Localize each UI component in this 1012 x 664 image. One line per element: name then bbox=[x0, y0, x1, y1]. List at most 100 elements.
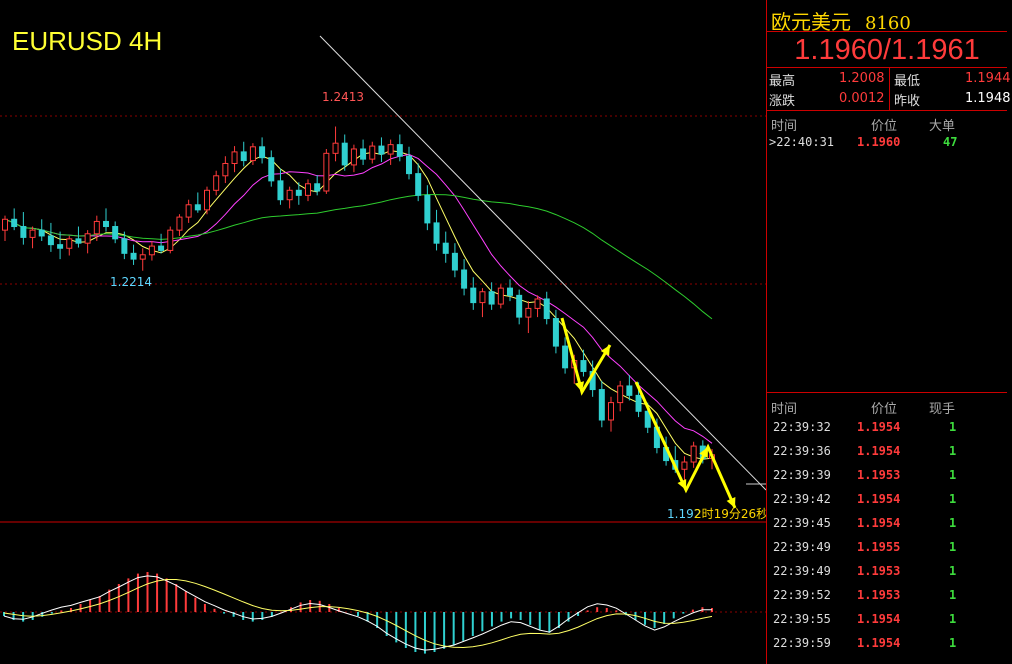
candle-body bbox=[112, 226, 119, 240]
candle-body bbox=[424, 194, 431, 224]
bar-countdown: 2时19分26秒 bbox=[694, 507, 766, 521]
tick-row[interactable]: 22:39:59 1.1954 1 bbox=[767, 632, 1007, 656]
candle-body bbox=[396, 144, 403, 157]
macd-histogram bbox=[3, 572, 713, 654]
candle-body bbox=[681, 461, 688, 470]
candle-body bbox=[148, 245, 155, 256]
tick-row[interactable]: 22:39:49 1.1953 1 bbox=[767, 560, 1007, 584]
candle-body bbox=[185, 204, 192, 218]
candle-body bbox=[415, 173, 422, 196]
candle-body bbox=[323, 152, 330, 192]
tick-price: 1.1954 bbox=[857, 420, 901, 434]
moving-average-lines bbox=[4, 150, 713, 460]
tick-row[interactable]: 22:39:49 1.1955 1 bbox=[767, 536, 1007, 560]
tick-time: 22:39:39 bbox=[773, 468, 831, 482]
tick-time: 22:39:49 bbox=[773, 564, 831, 578]
chart-title: EURUSD 4H bbox=[12, 26, 162, 56]
tick-price: 1.1954 bbox=[857, 492, 901, 506]
tick-time: 22:39:42 bbox=[773, 492, 831, 506]
candle-body bbox=[11, 218, 18, 228]
candle-body bbox=[103, 220, 109, 228]
ticks-header-volume: 现手 bbox=[929, 402, 956, 417]
tick-price: 1.1954 bbox=[857, 636, 901, 650]
candle-body bbox=[231, 151, 238, 164]
candle-body bbox=[2, 218, 8, 231]
tick-time: 22:39:55 bbox=[773, 612, 831, 626]
candle-body bbox=[552, 318, 559, 347]
price-chart[interactable]: EURUSD 4H 1.2413 1.2214 1.192 2时19分26秒 bbox=[0, 0, 766, 664]
tick-volume: 1 bbox=[949, 588, 957, 602]
ticks-header-time: 时间 bbox=[771, 402, 798, 417]
candle-body bbox=[488, 291, 495, 305]
tick-volume: 1 bbox=[949, 636, 957, 650]
candle-body bbox=[47, 235, 54, 246]
tick-row[interactable]: 22:39:45 1.1954 1 bbox=[767, 512, 1007, 536]
tick-time: 22:39:36 bbox=[773, 444, 831, 458]
tick-volume: 1 bbox=[949, 444, 957, 458]
tick-row[interactable]: 22:39:36 1.1954 1 bbox=[767, 440, 1007, 464]
candle-body bbox=[516, 294, 523, 318]
stat-value-prevclose: 1.1948 bbox=[965, 91, 1011, 106]
candle-body bbox=[626, 385, 633, 396]
candle-body bbox=[176, 216, 183, 231]
tick-price: 1.1953 bbox=[857, 468, 901, 482]
tick-row[interactable]: 22:39:39 1.1953 1 bbox=[767, 464, 1007, 488]
candle-body bbox=[479, 291, 486, 304]
candle-body bbox=[690, 445, 697, 463]
bid-ask-quote: 1.1960/1.1961 bbox=[794, 34, 980, 66]
tick-row[interactable]: 22:39:52 1.1953 1 bbox=[767, 584, 1007, 608]
stat-label-change: 涨跌 bbox=[769, 94, 796, 109]
candle-body bbox=[249, 146, 256, 162]
bigtrade-row[interactable]: >22:40:31 1.1960 47 bbox=[767, 131, 1007, 155]
candle-body bbox=[93, 220, 100, 235]
candle-body bbox=[360, 148, 367, 160]
candlesticks bbox=[2, 126, 715, 483]
bigtrade-volume: 47 bbox=[943, 135, 958, 149]
candle-body bbox=[75, 238, 82, 244]
chart-grid bbox=[0, 115, 766, 613]
quote-panel: 欧元美元 8160 1.1960/1.1961 最高 1.2008 最低 1.19… bbox=[766, 0, 1012, 664]
candle-body bbox=[461, 269, 468, 289]
candle-body bbox=[314, 183, 321, 192]
candle-body bbox=[158, 245, 165, 251]
candle-body bbox=[29, 229, 36, 238]
tick-volume: 1 bbox=[949, 564, 957, 578]
moving-average-line bbox=[4, 150, 713, 460]
ticks-header-price: 价位 bbox=[871, 402, 898, 417]
candle-body bbox=[268, 157, 275, 182]
candle-body bbox=[240, 151, 247, 162]
divider bbox=[767, 67, 1007, 68]
trendline-line bbox=[319, 35, 766, 491]
candle-body bbox=[534, 298, 541, 309]
tick-volume: 1 bbox=[949, 468, 957, 482]
candle-body bbox=[387, 144, 394, 155]
candle-body bbox=[84, 233, 91, 244]
tick-row[interactable]: 22:39:55 1.1954 1 bbox=[767, 608, 1007, 632]
candle-body bbox=[635, 394, 642, 412]
candle-body bbox=[20, 226, 27, 238]
tick-volume: 1 bbox=[949, 612, 957, 626]
tick-price: 1.1954 bbox=[857, 444, 901, 458]
tick-time: 22:39:59 bbox=[773, 636, 831, 650]
candle-body bbox=[406, 155, 412, 175]
candle-body bbox=[332, 142, 339, 154]
candle-body bbox=[57, 244, 64, 249]
candle-body bbox=[204, 189, 210, 211]
tick-volume: 1 bbox=[949, 492, 957, 506]
tick-row[interactable]: 22:39:32 1.1954 1 bbox=[767, 416, 1007, 440]
candle-body bbox=[222, 162, 229, 177]
candle-body bbox=[543, 298, 550, 320]
candle-body bbox=[38, 229, 45, 237]
tick-time: 22:39:45 bbox=[773, 516, 831, 530]
candle-body bbox=[350, 148, 357, 166]
tick-row[interactable]: 22:39:42 1.1954 1 bbox=[767, 488, 1007, 512]
candle-body bbox=[194, 204, 201, 211]
tick-price: 1.1954 bbox=[857, 612, 901, 626]
candle-body bbox=[305, 183, 311, 196]
candle-body bbox=[369, 145, 376, 160]
tick-price: 1.1955 bbox=[857, 540, 901, 554]
divider bbox=[767, 31, 1007, 32]
candle-body bbox=[617, 385, 624, 404]
stat-label-prevclose: 昨收 bbox=[894, 94, 921, 109]
candle-body bbox=[277, 180, 284, 201]
